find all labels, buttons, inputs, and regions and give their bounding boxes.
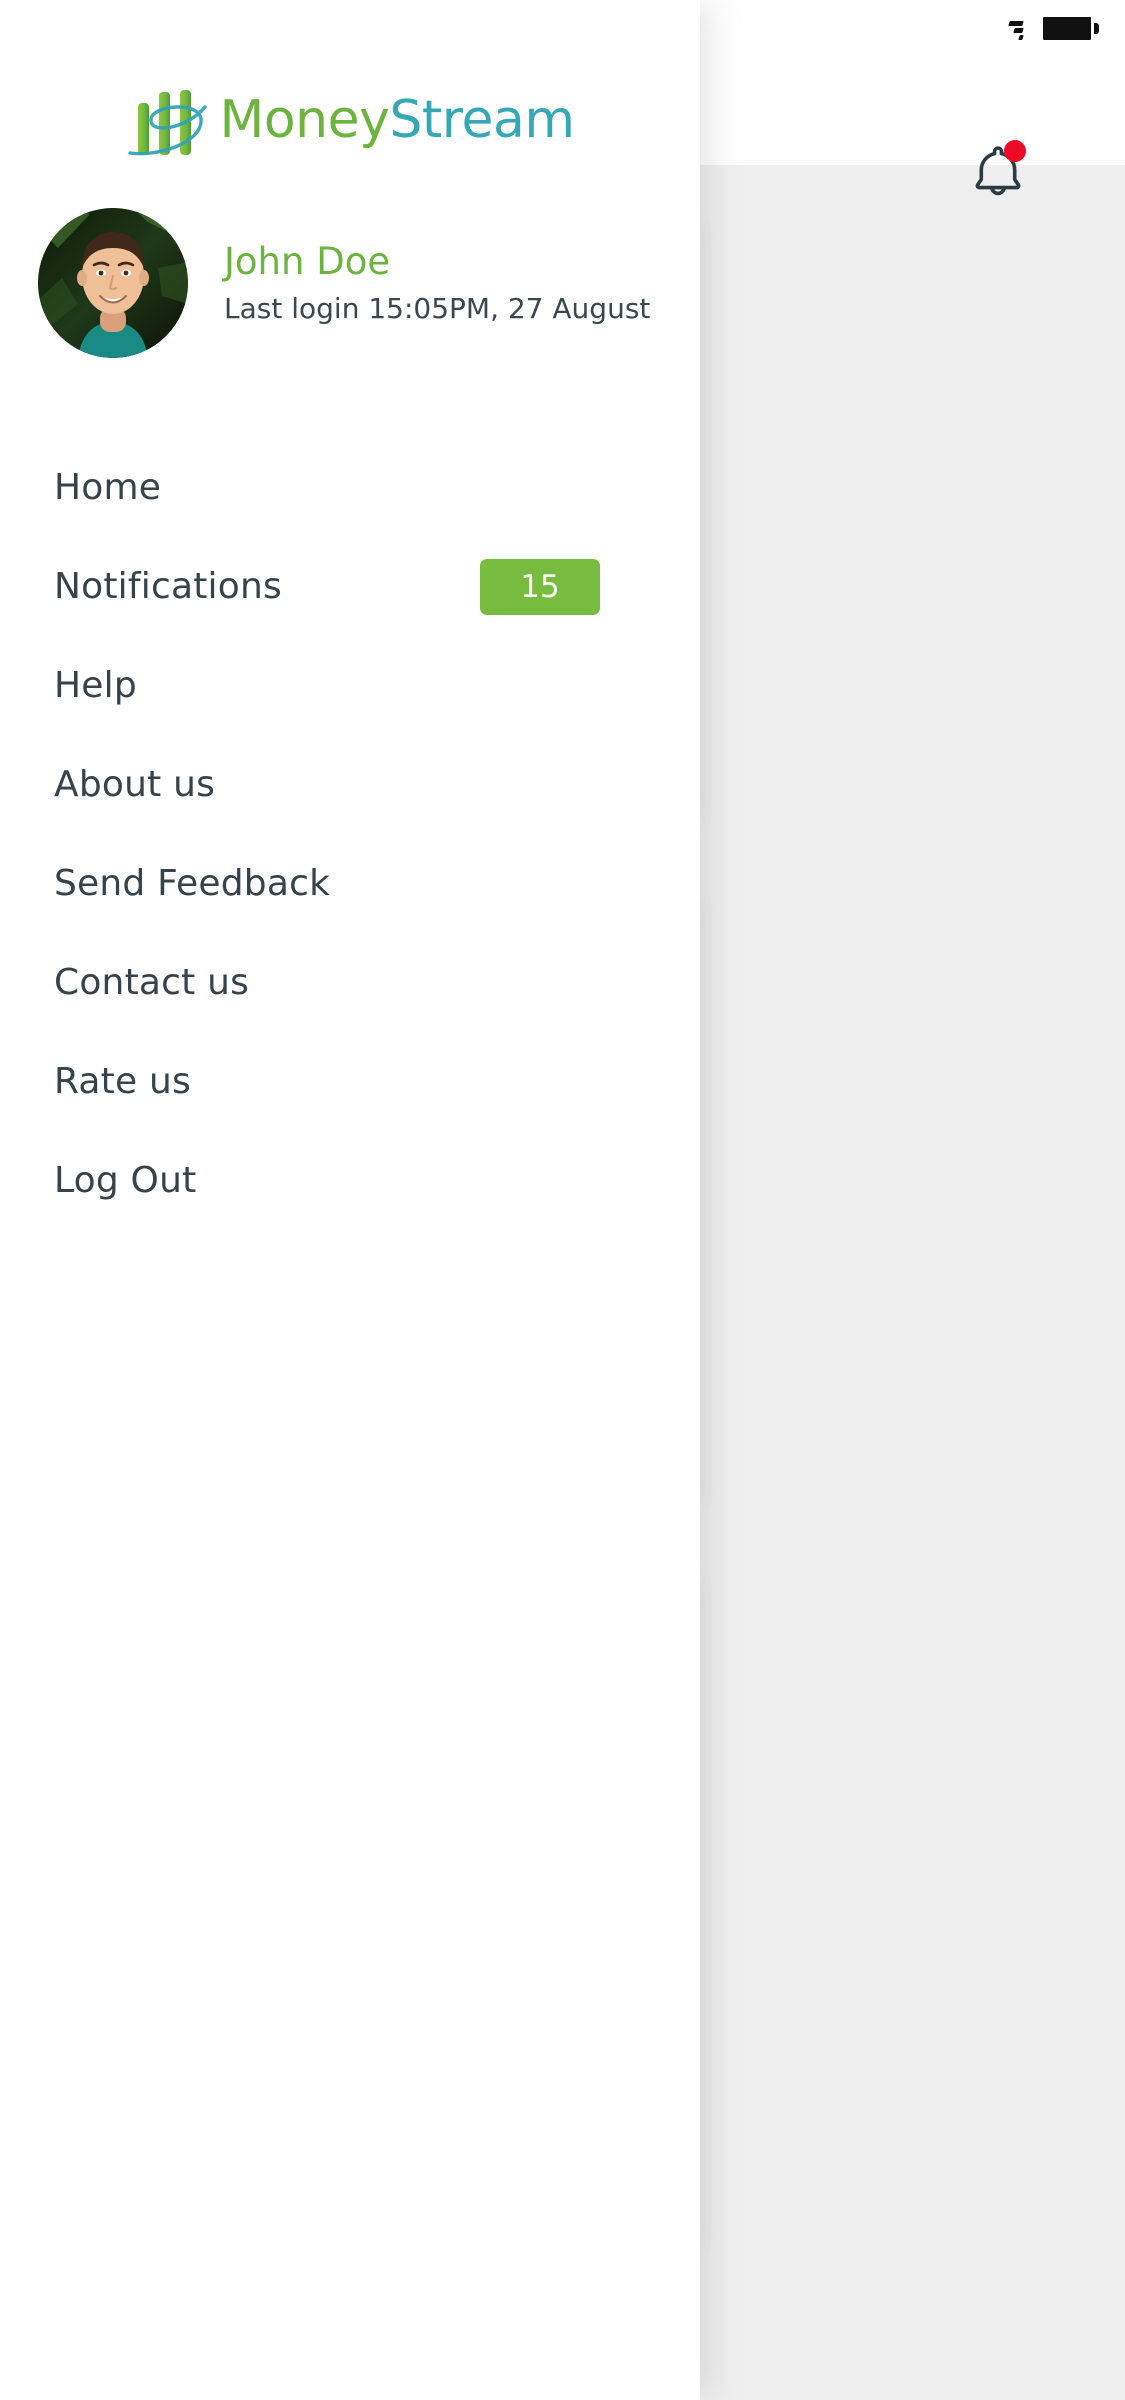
user-avatar[interactable]: [38, 208, 188, 358]
app-screen: ): [0, 0, 1125, 2400]
menu-item-notifications[interactable]: Notifications 15: [0, 537, 700, 636]
logo-word-stream: Stream: [389, 90, 575, 150]
menu-item-contact-us[interactable]: Contact us: [0, 933, 700, 1032]
menu-item-label: Contact us: [54, 962, 250, 1003]
menu-item-send-feedback[interactable]: Send Feedback: [0, 834, 700, 933]
wifi-icon: [1001, 15, 1027, 41]
profile-name: John Doe: [224, 239, 391, 283]
user-avatar-photo: [38, 208, 188, 358]
drawer-scrim[interactable]: [632, 165, 1125, 2400]
drawer-menu: Home Notifications 15 Help About us Send…: [0, 438, 700, 1230]
app-logo-text: MoneyStream: [219, 90, 575, 150]
menu-item-home[interactable]: Home: [0, 438, 700, 537]
menu-item-log-out[interactable]: Log Out: [0, 1131, 700, 1230]
notifications-count-badge: 15: [480, 558, 600, 615]
profile-text-block: John Doe Last login 15:05PM, 27 August: [224, 240, 650, 327]
menu-item-label: Help: [54, 665, 137, 706]
menu-item-label: Rate us: [54, 1061, 191, 1102]
menu-item-label: Send Feedback: [54, 863, 331, 904]
moneystream-bars-icon: [128, 90, 208, 156]
status-bar: [0, 0, 1125, 56]
app-logo[interactable]: MoneyStream: [0, 78, 700, 162]
menu-item-rate-us[interactable]: Rate us: [0, 1032, 700, 1131]
logo-word-money: Money: [219, 90, 390, 150]
menu-item-label: Notifications: [54, 566, 282, 607]
menu-item-help[interactable]: Help: [0, 636, 700, 735]
menu-item-about-us[interactable]: About us: [0, 735, 700, 834]
profile-last-login: Last login 15:05PM, 27 August: [224, 292, 651, 326]
menu-item-label: About us: [54, 764, 216, 805]
menu-item-label: Log Out: [54, 1160, 197, 1201]
profile-header[interactable]: John Doe Last login 15:05PM, 27 August: [38, 208, 678, 358]
navigation-drawer: MoneyStream John Doe Last login 15:05PM,…: [0, 0, 700, 2400]
battery-full-icon: [1041, 14, 1099, 42]
menu-item-label: Home: [54, 467, 162, 508]
notification-bell-button[interactable]: [966, 138, 1030, 202]
notification-bell-badge-dot: [1004, 140, 1026, 162]
